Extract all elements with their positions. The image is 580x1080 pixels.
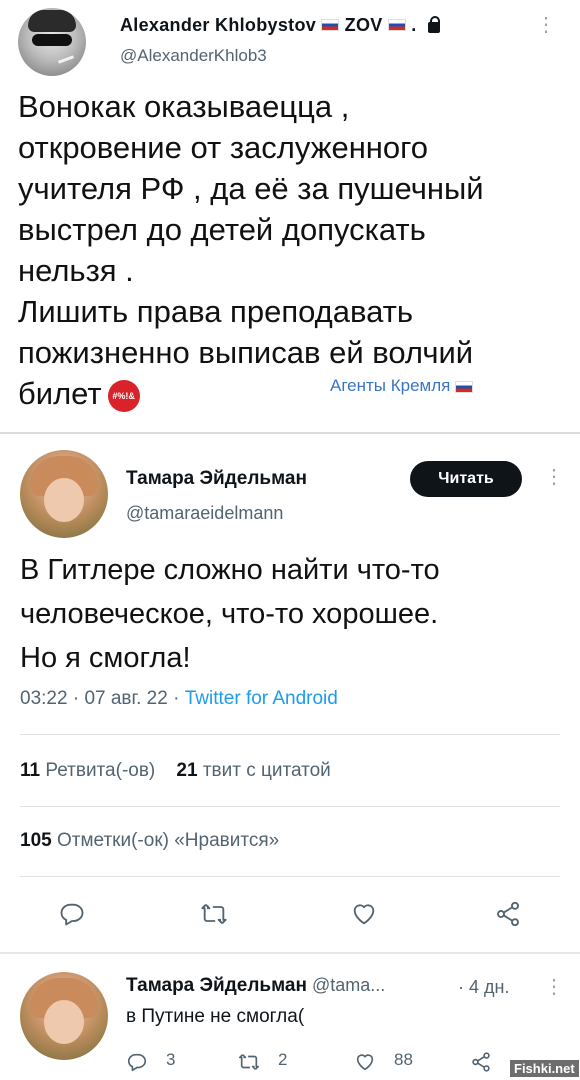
quotes-count: 21 — [176, 760, 198, 781]
quotes-label: твит с цитатой — [202, 760, 331, 781]
like-icon[interactable] — [354, 1051, 376, 1073]
angry-face-emoji-icon: #%!& — [107, 379, 140, 412]
russia-flag-icon — [455, 380, 474, 393]
likes-stats[interactable]: 105 Отметки(-ок) «Нравится» — [20, 830, 279, 852]
top-avatar[interactable] — [18, 8, 86, 76]
retweet-icon[interactable] — [238, 1051, 260, 1073]
divider — [0, 432, 580, 434]
tweet-line: Вонокак оказываецца , — [18, 89, 350, 124]
quoted-author-name[interactable]: Тамара Эйдельман — [126, 468, 307, 490]
divider — [0, 952, 580, 954]
top-author-handle[interactable]: @AlexanderKhlob3 — [120, 46, 267, 66]
agents-caption: Агенты Кремля — [330, 376, 474, 396]
quoted-author-handle[interactable]: @tamaraeidelmann — [126, 503, 283, 524]
divider — [20, 876, 560, 877]
reply-avatar[interactable] — [20, 972, 108, 1060]
tweet-line: откровение от заслуженного — [18, 130, 429, 165]
likes-count: 105 — [20, 830, 52, 851]
reply-more-icon[interactable]: ⋮ — [544, 974, 564, 999]
quoted-tweet-text: В Гитлере сложно найти что-то человеческ… — [20, 548, 560, 680]
like-icon[interactable] — [350, 900, 378, 928]
top-author-name-suffix: ZOV — [344, 14, 383, 35]
retweets-count: 11 — [20, 760, 41, 781]
tweet-meta: 03:22 · 07 авг. 22 · Twitter for Android — [20, 688, 338, 710]
tweet-date[interactable]: 07 авг. 22 — [84, 688, 167, 709]
retweet-quote-stats[interactable]: 11 Ретвита(-ов) 21 твит с цитатой — [20, 760, 331, 782]
reply-replies-count: 3 — [166, 1050, 176, 1069]
top-author-name-dot: . — [411, 14, 417, 35]
watermark: Fishki.net — [510, 1060, 579, 1077]
reply-time[interactable]: · 4 дн. — [458, 977, 509, 998]
share-icon[interactable] — [470, 1051, 492, 1073]
top-more-icon[interactable]: ⋮ — [536, 12, 556, 37]
tweet-line: Но я смогла! — [20, 642, 191, 674]
retweets-label: Ретвита(-ов) — [45, 760, 156, 781]
reply-retweets-count: 2 — [278, 1050, 288, 1069]
top-author-name-text: Alexander Khlobystov — [120, 14, 317, 35]
top-author-name[interactable]: Alexander Khlobystov ZOV . — [120, 14, 440, 36]
tweet-line: выстрел до детей допускать — [18, 212, 426, 247]
tweet-line-last: билет #%!& — [18, 373, 558, 414]
russia-flag-icon — [321, 19, 340, 32]
quoted-avatar[interactable] — [20, 450, 108, 538]
meta-separator: · — [173, 688, 180, 709]
tweet-line: пожизненно выписав ей волчий — [18, 335, 474, 370]
reply-author-name: Тамара Эйдельман — [126, 975, 307, 996]
reply-icon[interactable] — [126, 1051, 148, 1073]
retweet-icon[interactable] — [200, 900, 228, 928]
follow-button[interactable]: Читать — [410, 461, 522, 497]
tweet-line: Лишить права преподавать — [18, 294, 414, 329]
russia-flag-icon — [387, 19, 406, 32]
meta-separator: · — [72, 688, 80, 709]
reply-icon[interactable] — [58, 900, 86, 928]
lock-icon — [427, 15, 440, 33]
reply-header[interactable]: Тамара Эйдельман @tama... — [126, 975, 385, 997]
tweet-line: В Гитлере сложно найти что-то — [20, 554, 440, 586]
divider — [20, 734, 560, 735]
agents-caption-text: Агенты Кремля — [330, 376, 451, 395]
tweet-line: человеческое, что-то хорошее. — [20, 598, 439, 630]
reply-likes-count: 88 — [394, 1050, 413, 1069]
tweet-time[interactable]: 03:22 — [20, 688, 68, 709]
reply-text: в Путине не смогла( — [126, 1006, 305, 1027]
reply-author-handle: @tama... — [311, 975, 386, 995]
tweet-line: билет — [18, 376, 102, 411]
quoted-more-icon[interactable]: ⋮ — [544, 464, 564, 489]
top-tweet-text: Вонокак оказываецца , откровение от засл… — [18, 86, 558, 414]
share-icon[interactable] — [494, 900, 522, 928]
tweet-line: нельзя . — [18, 253, 134, 288]
tweet-source-link[interactable]: Twitter for Android — [185, 688, 338, 709]
likes-label: Отметки(-ок) «Нравится» — [56, 830, 280, 851]
divider — [20, 806, 560, 807]
tweet-line: учителя РФ , да её за пушечный — [18, 171, 484, 206]
